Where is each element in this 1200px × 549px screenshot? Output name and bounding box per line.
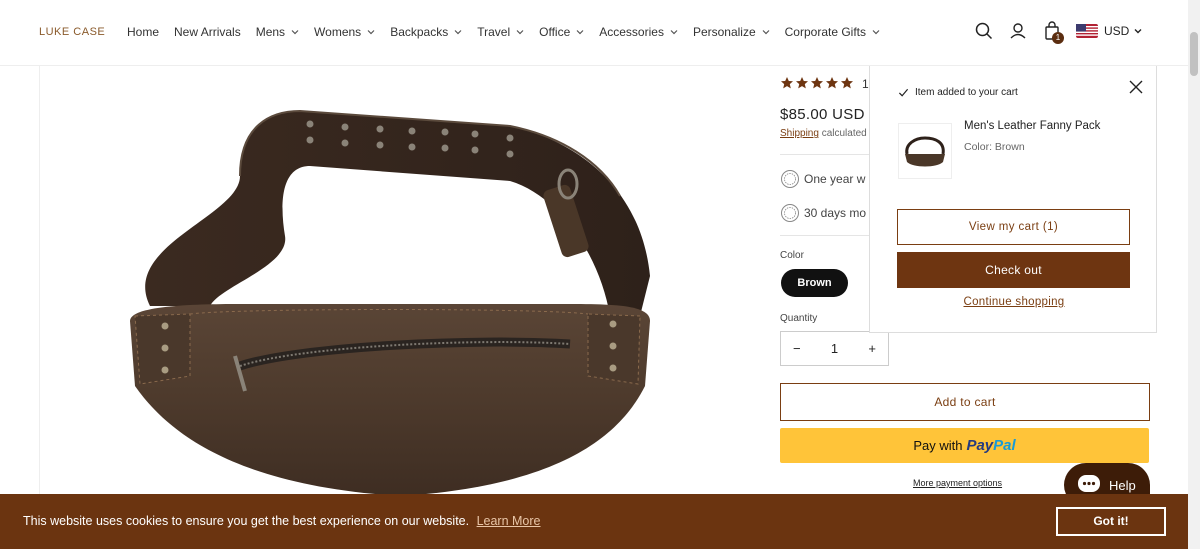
chevron-down-icon [872, 30, 880, 35]
star-icon [826, 77, 838, 89]
cookie-banner: This website uses cookies to ensure you … [0, 494, 1188, 549]
divider [780, 235, 870, 236]
qty-input[interactable]: 1 [831, 341, 838, 356]
product-image [130, 109, 650, 496]
star-icon [811, 77, 823, 89]
paypal-prefix: Pay with [913, 438, 963, 453]
chat-bubble-icon [1078, 475, 1100, 492]
help-label: Help [1109, 477, 1136, 493]
us-flag-icon [1076, 24, 1098, 38]
product-media[interactable] [39, 66, 760, 506]
quantity-stepper: − 1 + [780, 331, 889, 366]
returns-badge-icon [781, 204, 799, 222]
learn-more-link[interactable]: Learn More [477, 514, 541, 528]
qty-plus-button[interactable]: + [868, 341, 876, 356]
color-label: Color [780, 250, 804, 261]
star-icon [796, 77, 808, 89]
quantity-label: Quantity [780, 313, 818, 324]
more-payment-options-link[interactable]: More payment options [913, 478, 1002, 488]
chevron-down-icon [454, 30, 462, 35]
nav-item-corporate-gifts[interactable]: Corporate Gifts [785, 25, 880, 39]
nav-label: Womens [314, 25, 362, 39]
nav-label: Mens [255, 25, 286, 39]
nav-label: Office [539, 25, 571, 39]
checkout-button[interactable]: Check out [897, 252, 1130, 288]
cart-bag-icon[interactable]: 1 [1042, 21, 1064, 44]
paypal-button[interactable]: Pay with Pay Pal [780, 428, 1149, 463]
feature-warranty: One year w [780, 169, 865, 189]
chevron-down-icon [762, 30, 770, 35]
rating-count[interactable]: 1 [862, 77, 869, 91]
page-scrollbar[interactable] [1188, 0, 1200, 549]
cookie-accept-button[interactable]: Got it! [1056, 507, 1166, 536]
nav-label: Home [127, 25, 160, 39]
account-icon[interactable] [1008, 21, 1028, 41]
nav-item-office[interactable]: Office [539, 25, 584, 39]
star-icon [841, 77, 853, 89]
divider [780, 154, 870, 155]
header-actions: 1 USD [974, 21, 1143, 44]
nav-label: Personalize [692, 25, 756, 39]
nav-label: Accessories [599, 25, 664, 39]
cart-item-name: Men's Leather Fanny Pack [964, 120, 1101, 132]
shipping-note: Shipping calculated [780, 128, 867, 139]
added-message: Item added to your cart [898, 87, 1018, 98]
added-text: Item added to your cart [915, 87, 1018, 98]
nav-item-travel[interactable]: Travel [477, 25, 524, 39]
nav-item-new-arrivals[interactable]: New Arrivals [174, 25, 241, 39]
shipping-text: calculated [821, 128, 867, 139]
chevron-down-icon [367, 30, 375, 35]
search-icon[interactable] [974, 21, 994, 41]
nav-item-mens[interactable]: Mens [256, 25, 299, 39]
chevron-down-icon [291, 30, 299, 35]
add-to-cart-button[interactable]: Add to cart [780, 383, 1150, 421]
nav-item-home[interactable]: Home [127, 25, 159, 39]
chevron-down-icon [1134, 29, 1142, 34]
rating-stars[interactable] [780, 76, 855, 90]
cookie-message: This website uses cookies to ensure you … [23, 514, 541, 528]
feature-text: One year w [804, 172, 866, 186]
nav-label: Travel [477, 25, 511, 39]
scrollbar-thumb[interactable] [1190, 32, 1198, 76]
nav-label: New Arrivals [174, 25, 241, 39]
fanny-pack-thumbnail [905, 136, 945, 167]
nav-label: Backpacks [390, 25, 449, 39]
paypal-logo-pal: Pal [993, 437, 1016, 454]
cart-count-badge: 1 [1052, 32, 1064, 44]
qty-minus-button[interactable]: − [793, 341, 801, 356]
close-icon[interactable] [1128, 79, 1144, 95]
warranty-badge-icon [781, 170, 799, 188]
cart-item-thumbnail [898, 123, 952, 179]
chevron-down-icon [576, 30, 584, 35]
shipping-link[interactable]: Shipping [780, 128, 819, 139]
continue-shopping-link[interactable]: Continue shopping [870, 296, 1158, 308]
nav-item-accessories[interactable]: Accessories [599, 25, 678, 39]
main-nav: Home New Arrivals Mens Womens Backpacks Trave… [127, 25, 895, 39]
paypal-logo-pay: Pay [966, 437, 994, 454]
feature-returns: 30 days mo [780, 203, 866, 223]
cart-item-color: Color: Brown [964, 141, 1025, 153]
nav-label: Corporate Gifts [784, 25, 867, 39]
cart-notification: Item added to your cart Men's Leather Fa… [869, 66, 1157, 333]
check-icon [898, 88, 909, 97]
brand-logo[interactable]: LUKE CASE [39, 26, 105, 38]
nav-item-backpacks[interactable]: Backpacks [390, 25, 462, 39]
chevron-down-icon [670, 30, 678, 35]
product-price: $85.00 USD [780, 106, 865, 123]
site-header: LUKE CASE Home New Arrivals Mens Womens Back… [0, 0, 1188, 66]
currency-selector[interactable]: USD [1076, 24, 1143, 38]
feature-text: 30 days mo [804, 206, 867, 220]
currency-label: USD [1104, 24, 1130, 38]
star-icon [781, 77, 793, 89]
color-option-brown[interactable]: Brown [781, 269, 848, 297]
nav-item-womens[interactable]: Womens [314, 25, 375, 39]
view-cart-button[interactable]: View my cart (1) [897, 209, 1130, 245]
cookie-text: This website uses cookies to ensure you … [23, 514, 470, 528]
nav-item-personalize[interactable]: Personalize [693, 25, 770, 39]
chevron-down-icon [516, 30, 524, 35]
